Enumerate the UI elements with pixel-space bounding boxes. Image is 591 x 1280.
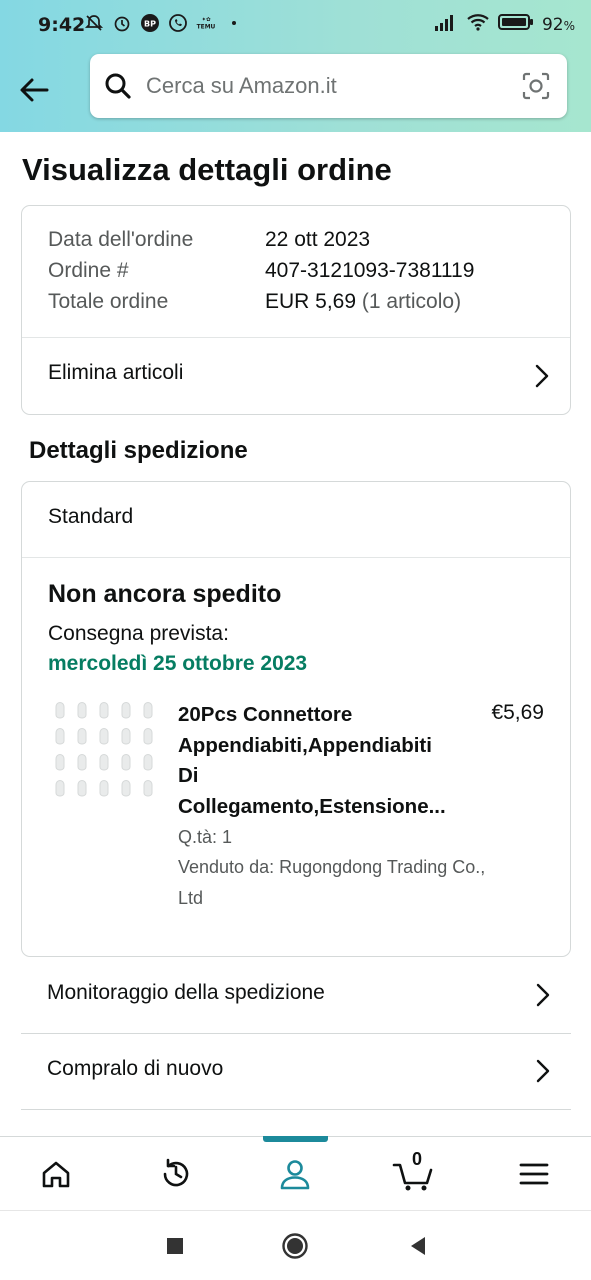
bp-app-icon: BP: [140, 13, 160, 33]
delete-items-row[interactable]: Elimina articoli: [22, 338, 570, 415]
triangle-back-icon: [411, 1237, 425, 1255]
home-icon: [42, 1161, 70, 1188]
svg-text:TEMU: TEMU: [197, 24, 216, 30]
svg-text:✦✿: ✦✿: [201, 16, 211, 23]
shipping-section-title: Dettagli spedizione: [29, 437, 248, 464]
nav-account[interactable]: [255, 1137, 335, 1211]
shipping-method: Standard: [48, 505, 134, 528]
nav-history[interactable]: [136, 1137, 216, 1211]
page-title: Visualizza dettagli ordine: [22, 152, 392, 187]
order-number-value: 407-3121093-7381119: [265, 259, 475, 282]
order-total-value: EUR 5,69 (1 articolo): [265, 290, 462, 313]
history-icon: [163, 1158, 189, 1187]
muted-bell-icon: [84, 13, 104, 33]
product-seller: Venduto da: Rugongdong Trading Co., Ltd: [178, 857, 486, 908]
arrow-left-icon: [20, 78, 49, 102]
notification-icons: BP ✦✿ TEMU: [84, 13, 244, 33]
shipment-card: Standard Non ancora spedito Consegna pre…: [21, 481, 571, 957]
delivery-label: Consegna prevista:: [48, 622, 229, 645]
signal-icon: [434, 12, 458, 37]
temu-icon: ✦✿ TEMU: [196, 13, 216, 33]
svg-text:BP: BP: [144, 20, 156, 29]
wifi-icon: [466, 12, 490, 37]
back-button[interactable]: [14, 70, 54, 110]
circle-icon: [282, 1233, 308, 1259]
bottom-navigation: 0: [0, 1136, 591, 1210]
delete-items-label: Elimina articoli: [48, 361, 184, 384]
system-navigation-bar: [0, 1210, 591, 1280]
account-icon: [280, 1160, 310, 1190]
divider: [22, 557, 570, 558]
home-system-button[interactable]: [280, 1231, 310, 1261]
status-time: 9:42: [38, 14, 86, 36]
back-system-button[interactable]: [403, 1231, 433, 1261]
chevron-right-icon: [534, 363, 550, 394]
battery-percent: 92%: [541, 14, 575, 35]
order-number-label: Ordine #: [48, 259, 129, 282]
alarm-icon: [112, 13, 132, 33]
track-shipment-label: Monitoraggio della spedizione: [47, 981, 325, 1004]
battery-icon: [497, 12, 534, 37]
camera-search-icon[interactable]: [521, 71, 551, 106]
app-header: [0, 50, 591, 132]
product-image[interactable]: [48, 697, 158, 807]
nav-home[interactable]: [16, 1137, 96, 1211]
chevron-right-icon: [535, 982, 551, 1013]
search-input[interactable]: [146, 66, 506, 106]
order-total-label: Totale ordine: [48, 290, 169, 313]
order-date-label: Data dell'ordine: [48, 228, 194, 251]
chevron-right-icon: [535, 1058, 551, 1089]
nav-menu[interactable]: [494, 1137, 574, 1211]
product-quantity: Q.tà: 1: [178, 827, 233, 847]
nav-cart[interactable]: 0: [374, 1137, 454, 1211]
track-shipment-row[interactable]: Monitoraggio della spedizione: [21, 958, 571, 1034]
search-icon: [104, 72, 132, 105]
dot-icon: [224, 13, 244, 33]
delivery-date: mercoledì 25 ottobre 2023: [48, 652, 308, 675]
product-price: €5,69: [491, 701, 544, 724]
shipment-status: Non ancora spedito: [48, 580, 282, 608]
status-bar: 9:42 BP ✦✿ TEMU 92%: [0, 0, 591, 50]
square-icon: [167, 1238, 183, 1254]
menu-icon: [519, 1163, 549, 1185]
order-summary-card: Data dell'ordine 22 ott 2023 Ordine # 40…: [21, 205, 571, 415]
whatsapp-icon: [168, 13, 188, 33]
buy-again-label: Compralo di nuovo: [47, 1057, 224, 1080]
search-bar[interactable]: [90, 54, 567, 118]
product-title[interactable]: 20Pcs Connettore Appendiabiti,Appendiabi…: [178, 700, 478, 822]
system-status: 92%: [434, 12, 575, 37]
buy-again-row[interactable]: Compralo di nuovo: [21, 1034, 571, 1110]
recents-button[interactable]: [160, 1231, 190, 1261]
order-item-count: (1 articolo): [356, 290, 462, 313]
cart-count: 0: [412, 1149, 423, 1169]
order-date-value: 22 ott 2023: [265, 228, 371, 251]
